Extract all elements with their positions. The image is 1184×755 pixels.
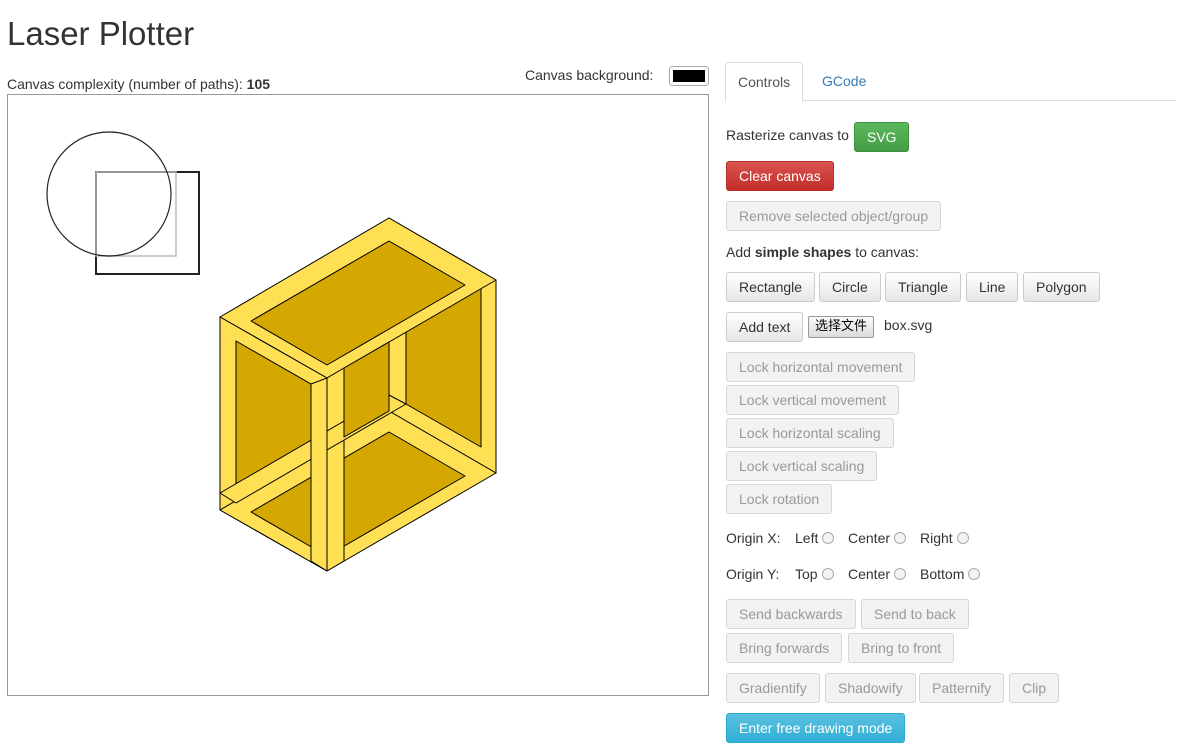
canvas-background-color-picker[interactable] <box>669 66 709 86</box>
selected-file-name: box.svg <box>884 317 933 333</box>
origin-y-top-radio[interactable] <box>821 568 834 580</box>
app-title: Laser Plotter <box>7 15 195 52</box>
add-line-button[interactable]: Line <box>966 272 1019 302</box>
send-to-back-button[interactable]: Send to back <box>861 599 969 629</box>
choose-file-button[interactable]: 选择文件 <box>808 316 875 338</box>
origin-y-top-label: Top <box>795 566 818 582</box>
complexity-value: 105 <box>246 76 271 92</box>
origin-y-bottom-option[interactable]: Bottom <box>920 564 981 584</box>
drawing-canvas[interactable] <box>7 94 709 696</box>
origin-x-left-option[interactable]: Left <box>795 528 835 548</box>
add-circle-button[interactable]: Circle <box>819 272 881 302</box>
origin-x-right-option[interactable]: Right <box>920 528 969 548</box>
origin-x-left-label: Left <box>795 530 819 546</box>
lock-horizontal-scaling-button[interactable]: Lock horizontal scaling <box>726 418 894 448</box>
canvas-background-label: Canvas background: <box>525 67 654 83</box>
bring-to-front-button[interactable]: Bring to front <box>848 633 955 663</box>
origin-x-left-radio[interactable] <box>822 532 835 544</box>
clear-canvas-button[interactable]: Clear canvas <box>726 161 834 191</box>
circle-shape[interactable] <box>46 131 172 257</box>
origin-x-center-option[interactable]: Center <box>848 528 907 548</box>
origin-x-right-label: Right <box>920 530 953 546</box>
remove-selected-button[interactable]: Remove selected object/group <box>726 201 942 231</box>
canvas-complexity: Canvas complexity (number of paths): 105 <box>7 75 270 93</box>
lock-rotation-button[interactable]: Lock rotation <box>726 484 833 514</box>
background-color-swatch <box>673 70 705 82</box>
origin-x-label: Origin X: <box>726 530 781 546</box>
bring-forwards-button[interactable]: Bring forwards <box>726 633 843 663</box>
origin-x-right-radio[interactable] <box>956 532 969 544</box>
complexity-label: Canvas complexity (number of paths): <box>7 76 243 92</box>
add-shapes-label: Add simple shapes to canvas: <box>726 242 919 262</box>
add-text-button[interactable]: Add text <box>726 312 804 342</box>
origin-x-center-label: Center <box>848 530 891 546</box>
gradientify-button[interactable]: Gradientify <box>726 673 820 703</box>
clip-button[interactable]: Clip <box>1009 673 1060 703</box>
origin-y-top-option[interactable]: Top <box>795 564 834 584</box>
origin-y-label: Origin Y: <box>726 566 780 582</box>
panel-tabs: Controls GCode <box>725 62 1176 102</box>
origin-y-center-label: Center <box>848 566 891 582</box>
origin-y-bottom-radio[interactable] <box>968 568 981 580</box>
shadowify-button[interactable]: Shadowify <box>825 673 916 703</box>
free-drawing-mode-button[interactable]: Enter free drawing mode <box>726 713 906 743</box>
lock-horizontal-movement-button[interactable]: Lock horizontal movement <box>726 352 916 382</box>
canvas-artwork <box>46 131 497 572</box>
add-shapes-bold: simple shapes <box>754 244 852 260</box>
patternify-button[interactable]: Patternify <box>919 673 1005 703</box>
impossible-cube-shape[interactable] <box>219 217 497 572</box>
add-shapes-prefix: Add <box>726 244 755 260</box>
svg-button[interactable]: SVG <box>854 122 909 152</box>
add-triangle-button[interactable]: Triangle <box>885 272 962 302</box>
tab-gcode[interactable]: GCode <box>810 62 878 100</box>
origin-x-center-radio[interactable] <box>894 532 907 544</box>
lock-vertical-movement-button[interactable]: Lock vertical movement <box>726 385 900 415</box>
add-shapes-suffix: to canvas: <box>851 244 920 260</box>
origin-y-bottom-label: Bottom <box>920 566 965 582</box>
add-rectangle-button[interactable]: Rectangle <box>726 272 816 302</box>
origin-y-center-radio[interactable] <box>894 568 907 580</box>
origin-y-center-option[interactable]: Center <box>848 564 907 584</box>
tab-controls[interactable]: Controls <box>725 62 804 102</box>
square-shape[interactable] <box>95 171 200 275</box>
send-backwards-button[interactable]: Send backwards <box>726 599 856 629</box>
lock-vertical-scaling-button[interactable]: Lock vertical scaling <box>726 451 878 481</box>
rasterize-label: Rasterize canvas to <box>726 127 849 143</box>
add-polygon-button[interactable]: Polygon <box>1023 272 1100 302</box>
